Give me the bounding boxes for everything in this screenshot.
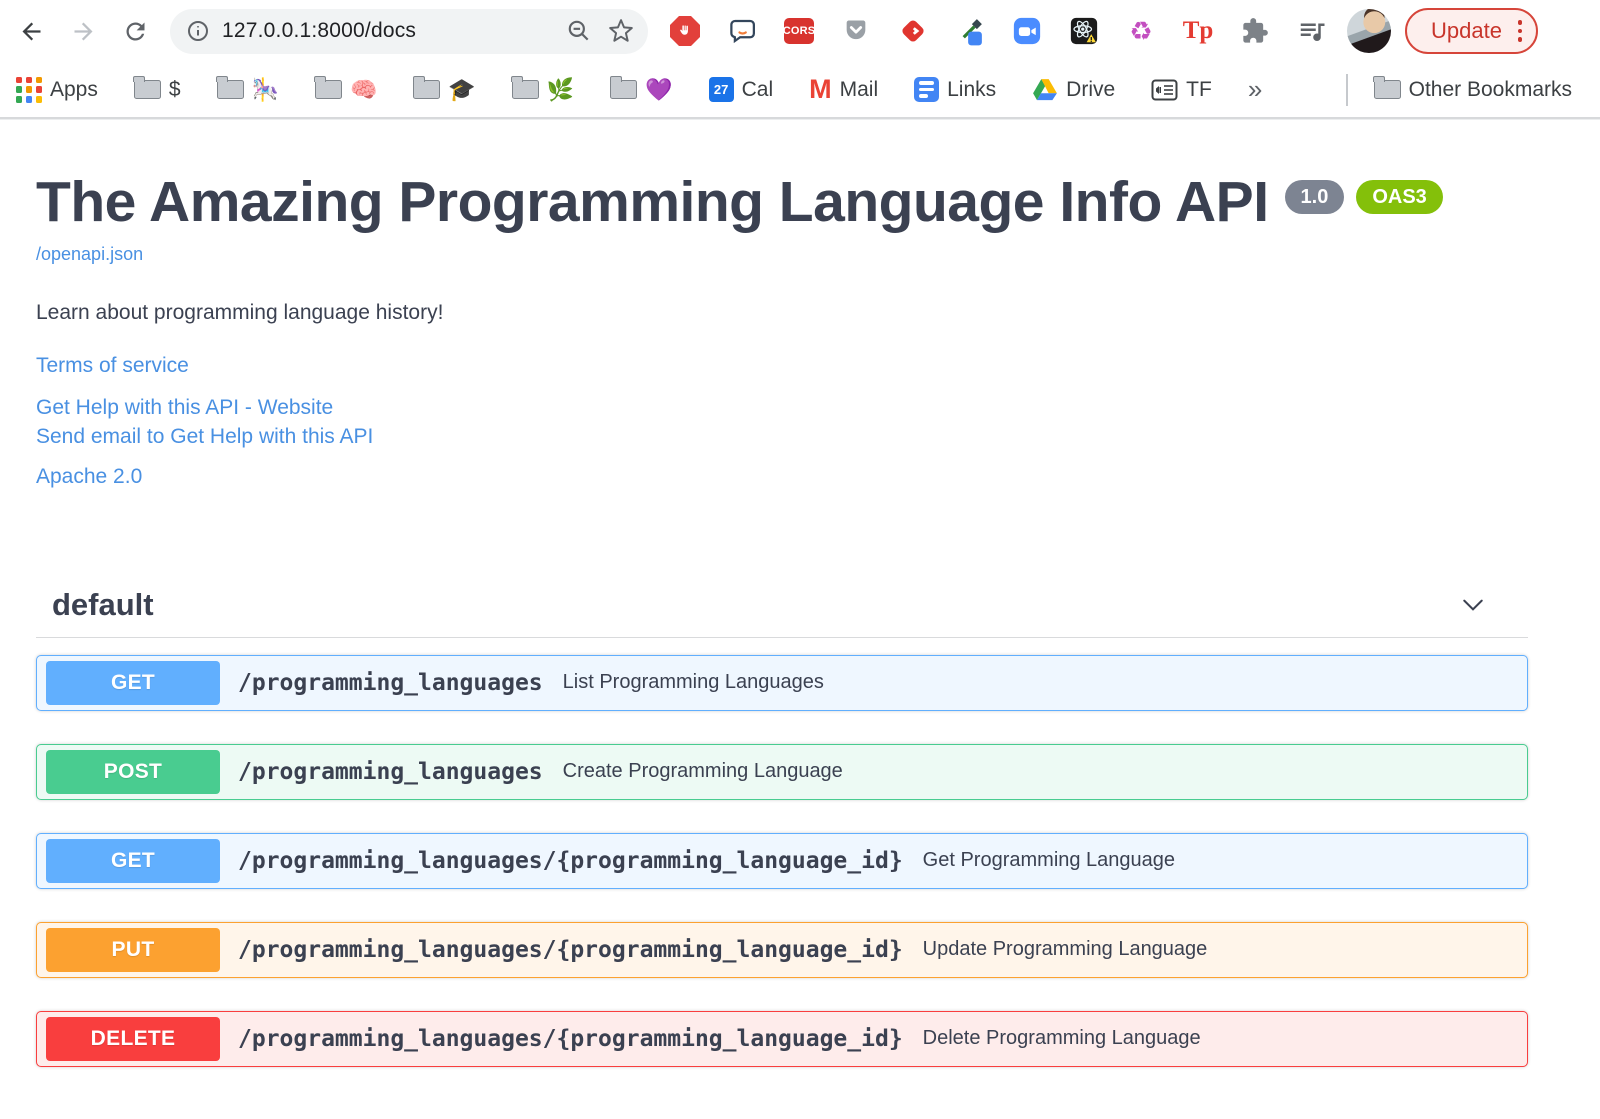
opblock-get-list[interactable]: GET /programming_languages List Programm… (36, 654, 1528, 711)
puzzle-extensions-icon[interactable] (1238, 14, 1272, 48)
method-badge: PUT (46, 927, 220, 972)
section-title: default (52, 586, 154, 622)
endpoint-summary: Update Programming Language (922, 938, 1208, 961)
reload-button[interactable] (118, 14, 152, 48)
folder-icon (216, 76, 244, 99)
bookmark-folder-dollar[interactable]: $ (133, 76, 181, 102)
bookmark-folder-brain[interactable]: 🧠 (314, 76, 378, 102)
adblock-icon[interactable] (668, 14, 702, 48)
reload-icon (126, 22, 144, 40)
media-queue-icon[interactable] (1295, 14, 1329, 48)
opblock-get-one[interactable]: GET /programming_languages/{programming_… (36, 832, 1528, 889)
help-email-link[interactable]: Send email to Get Help with this API (36, 422, 1528, 451)
endpoint-summary: List Programming Languages (562, 671, 824, 694)
site-info-icon[interactable] (186, 19, 210, 43)
bookmark-tf[interactable]: TF (1151, 78, 1212, 102)
bookmarks-overflow[interactable]: » (1248, 74, 1262, 105)
bookmark-folder-heart[interactable]: 💜 (609, 76, 673, 102)
section-default[interactable]: default (36, 587, 1528, 638)
license-link[interactable]: Apache 2.0 (36, 462, 1528, 491)
help-website-link[interactable]: Get Help with this API - Website (36, 393, 1528, 422)
other-bookmarks[interactable]: Other Bookmarks (1373, 76, 1572, 102)
operations-list: GET /programming_languages List Programm… (36, 654, 1528, 1067)
bookmark-star-icon[interactable] (608, 18, 634, 44)
extensions-row: CORS ♻ Tp (668, 14, 1329, 48)
version-badge: 1.0 (1284, 180, 1345, 214)
oas3-badge: OAS3 (1356, 180, 1443, 214)
purple-heart-emoji: 💜 (645, 76, 673, 102)
bookmark-apps[interactable]: Apps (16, 76, 98, 103)
endpoint-summary: Delete Programming Language (922, 1027, 1201, 1050)
back-button[interactable] (14, 14, 48, 48)
opblock-put-update[interactable]: PUT /programming_languages/{programming_… (36, 921, 1528, 978)
chat-bubble-icon[interactable] (725, 14, 759, 48)
forward-button[interactable] (66, 14, 100, 48)
cors-extension-icon[interactable]: CORS (782, 14, 816, 48)
method-badge: GET (46, 660, 220, 705)
opblock-delete[interactable]: DELETE /programming_languages/{programmi… (36, 1010, 1528, 1067)
endpoint-path: /programming_languages/{programming_lang… (238, 936, 903, 963)
overflow-chevron-icon: » (1247, 74, 1263, 104)
folder-icon (609, 76, 638, 99)
folder-icon (133, 76, 161, 99)
bookmarks-divider (1346, 73, 1348, 106)
folder-icon (412, 76, 441, 99)
openapi-spec-link[interactable]: /openapi.json (36, 244, 143, 265)
bookmark-links[interactable]: Links (914, 77, 996, 102)
page-title: The Amazing Programming Language Info AP… (36, 170, 1269, 234)
terms-of-service-link[interactable]: Terms of service (36, 351, 1528, 380)
brain-emoji: 🧠 (349, 76, 378, 102)
method-badge: DELETE (46, 1016, 220, 1061)
browser-menu-icon[interactable] (1517, 20, 1523, 42)
links-list-icon (914, 77, 940, 102)
bookmark-folder-herb[interactable]: 🌿 (511, 76, 575, 102)
bookmark-drive[interactable]: Drive (1032, 78, 1115, 102)
endpoint-path: /programming_languages (238, 669, 543, 696)
apps-grid-icon (16, 76, 42, 103)
folder-icon (1373, 76, 1401, 99)
endpoint-summary: Create Programming Language (562, 760, 843, 783)
address-bar[interactable]: 127.0.0.1:8000/docs (170, 8, 648, 54)
google-calendar-icon: 27 (708, 77, 734, 102)
folder-icon (511, 76, 539, 99)
back-arrow-icon (22, 22, 40, 40)
folder-icon (314, 76, 342, 99)
pocket-shield-icon[interactable] (839, 14, 873, 48)
browser-toolbar: 127.0.0.1:8000/docs CORS ♻ Tp Update (0, 0, 1600, 62)
swagger-page: The Amazing Programming Language Info AP… (0, 120, 1600, 1067)
tf-favicon (1151, 79, 1178, 100)
endpoint-summary: Get Programming Language (922, 849, 1176, 872)
profile-avatar[interactable] (1347, 9, 1391, 53)
bookmark-folder-horse[interactable]: 🎠 (216, 76, 279, 102)
tp-extension-icon[interactable]: Tp (1181, 14, 1215, 48)
method-badge: GET (46, 838, 220, 883)
zoom-out-icon[interactable] (566, 18, 592, 44)
color-picker-icon[interactable] (953, 14, 987, 48)
chevron-down-icon[interactable] (1458, 590, 1488, 620)
update-button[interactable]: Update (1405, 8, 1539, 54)
graduation-cap-emoji: 🎓 (448, 76, 476, 102)
zoom-video-icon[interactable] (1010, 14, 1044, 48)
endpoint-path: /programming_languages/{programming_lang… (238, 847, 903, 874)
method-badge: POST (46, 749, 220, 794)
forward-arrow-icon (74, 22, 92, 40)
herb-emoji: 🌿 (546, 76, 575, 102)
bookmark-calendar[interactable]: 27 Cal (708, 77, 773, 102)
google-drive-icon (1033, 78, 1058, 100)
bookmarks-bar: Apps $ 🎠 🧠 🎓 🌿 💜 27 Cal M Mail Links Dri… (0, 62, 1600, 117)
bookmark-mail[interactable]: M Mail (809, 76, 878, 103)
bookmark-folder-grad[interactable]: 🎓 (412, 76, 476, 102)
carousel-horse-emoji: 🎠 (251, 76, 279, 102)
api-description: Learn about programming language history… (36, 300, 444, 324)
purple-recycle-icon[interactable]: ♻ (1124, 14, 1158, 48)
react-devtools-icon[interactable] (1067, 14, 1101, 48)
gmail-icon: M (809, 74, 832, 104)
endpoint-path: /programming_languages/{programming_lang… (238, 1025, 903, 1052)
red-arrow-extension-icon[interactable] (896, 14, 930, 48)
url-text[interactable]: 127.0.0.1:8000/docs (222, 19, 550, 43)
opblock-post-create[interactable]: POST /programming_languages Create Progr… (36, 743, 1528, 800)
endpoint-path: /programming_languages (238, 758, 543, 785)
